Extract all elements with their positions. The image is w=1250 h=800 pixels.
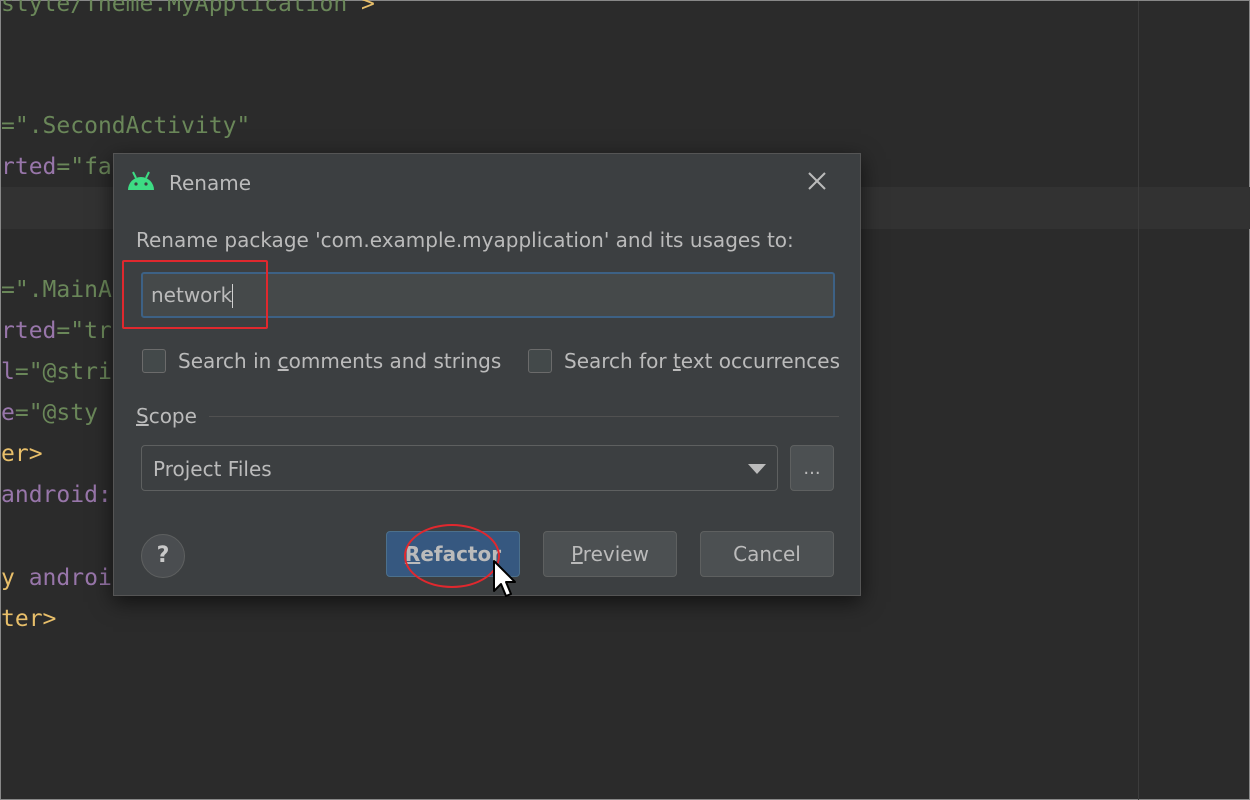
code-line: e="@sty: [1, 398, 98, 428]
code-token: android:: [1, 482, 112, 508]
code-token: ter>: [1, 606, 57, 632]
android-icon: [128, 171, 154, 190]
scope-dropdown[interactable]: Project Files: [141, 445, 778, 491]
code-line: style/Theme.MyApplication >: [1, 0, 375, 19]
rename-prompt: Rename package 'com.example.myapplicatio…: [136, 228, 794, 252]
code-line: rted="tr: [1, 316, 112, 346]
checkbox-box[interactable]: [528, 349, 552, 373]
code-line: ter>: [1, 604, 56, 634]
preview-button[interactable]: Preview: [543, 531, 677, 577]
code-token: ="@sty: [14, 400, 98, 426]
code-line: y androi: [1, 563, 112, 593]
refactor-button[interactable]: Refactor: [386, 531, 520, 577]
browse-scope-button[interactable]: ...: [790, 445, 834, 491]
code-token: =: [1, 277, 15, 303]
checkbox-box[interactable]: [142, 349, 166, 373]
code-token: androi: [28, 565, 112, 591]
checkbox-label: Search in comments and strings: [178, 349, 502, 373]
code-token: y: [1, 565, 29, 591]
code-token: ".SecondActivity": [14, 113, 251, 139]
code-line: =".SecondActivity": [1, 111, 250, 141]
right-margin-line: [1138, 1, 1139, 800]
text-caret: [232, 284, 233, 308]
code-token: ="fa: [56, 154, 112, 180]
code-token: =: [1, 113, 15, 139]
code-token: ="@stri: [14, 359, 112, 385]
code-token: ".MainA: [14, 277, 112, 303]
code-token: ="tr: [56, 318, 112, 344]
scope-separator: [209, 416, 839, 417]
code-line: er>: [1, 439, 43, 469]
code-token: style/Theme.MyApplication: [1, 0, 348, 17]
code-token: rted: [1, 318, 57, 344]
code-line: =".MainA: [1, 275, 112, 305]
search-text-occurrences-checkbox[interactable]: Search for text occurrences: [528, 346, 840, 376]
dialog-title: Rename: [169, 171, 252, 195]
checkbox-label: Search for text occurrences: [564, 349, 841, 373]
scope-dropdown-value: Project Files: [153, 457, 272, 481]
code-token: er>: [1, 441, 43, 467]
dialog-title-bar[interactable]: Rename: [114, 154, 860, 210]
code-token: l: [1, 359, 15, 385]
chevron-down-icon: [748, 464, 766, 474]
code-line: android:: [1, 480, 112, 510]
cancel-button[interactable]: Cancel: [700, 531, 834, 577]
code-token: >: [347, 0, 375, 17]
help-button[interactable]: ?: [141, 534, 185, 578]
search-comments-checkbox[interactable]: Search in comments and strings: [142, 346, 501, 376]
code-line: rted="fa: [1, 152, 112, 182]
code-line: l="@stri: [1, 357, 112, 387]
code-token: rted: [1, 154, 57, 180]
scope-label: Scope: [136, 404, 197, 428]
close-icon[interactable]: [804, 168, 830, 194]
rename-dialog: Rename Rename package 'com.example.myapp…: [113, 153, 861, 597]
new-name-input[interactable]: [141, 272, 835, 318]
code-token: e: [1, 400, 15, 426]
